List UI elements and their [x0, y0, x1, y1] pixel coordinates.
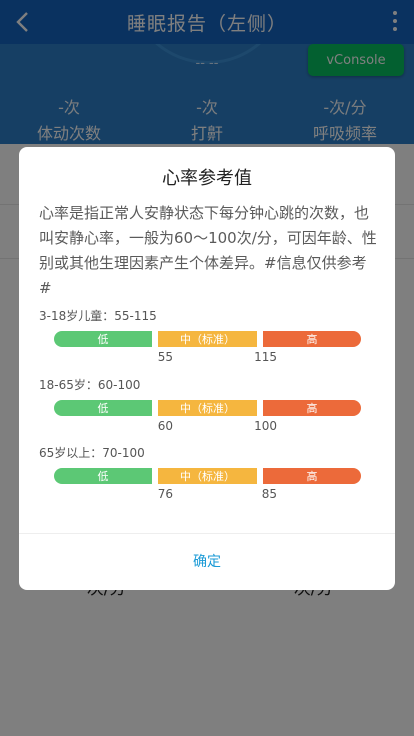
heart-rate-reference-dialog: 心率参考值 心率是指正常人安静状态下每分钟心跳的次数，也叫安静心率，一般为60～…	[19, 147, 395, 590]
range-low-value: 55	[157, 350, 173, 364]
confirm-button[interactable]: 确定	[19, 551, 395, 571]
range-high-value: 85	[261, 487, 277, 501]
dialog-divider	[19, 533, 395, 534]
range-high-value: 115	[254, 350, 277, 364]
segment-low: 低	[54, 468, 152, 484]
range-bar: 低 中（标准） 高	[54, 400, 361, 416]
range-bar: 低 中（标准） 高	[54, 468, 361, 484]
reference-group-seniors: 65岁以上：70-100 低 中（标准） 高 76 85	[39, 444, 379, 501]
segment-high: 高	[263, 400, 361, 416]
range-low-value: 60	[157, 419, 173, 433]
segment-mid: 中（标准）	[158, 468, 257, 484]
range-low-value: 76	[157, 487, 173, 501]
range-high-value: 100	[254, 419, 277, 433]
dialog-description: 心率是指正常人安静状态下每分钟心跳的次数，也叫安静心率，一般为60～100次/分…	[39, 204, 377, 297]
segment-low: 低	[54, 400, 152, 416]
group-label: 65岁以上：70-100	[39, 446, 145, 460]
segment-high: 高	[263, 331, 361, 347]
segment-high: 高	[263, 468, 361, 484]
reference-group-children: 3-18岁儿童：55-115 低 中（标准） 高 55 115	[39, 307, 379, 364]
range-bar: 低 中（标准） 高	[54, 331, 361, 347]
group-label: 3-18岁儿童：55-115	[39, 309, 157, 323]
group-label: 18-65岁：60-100	[39, 378, 141, 392]
segment-mid: 中（标准）	[158, 400, 257, 416]
dialog-title: 心率参考值	[162, 168, 252, 189]
reference-group-adults: 18-65岁：60-100 低 中（标准） 高 60 100	[39, 376, 379, 433]
segment-mid: 中（标准）	[158, 331, 257, 347]
segment-low: 低	[54, 331, 152, 347]
